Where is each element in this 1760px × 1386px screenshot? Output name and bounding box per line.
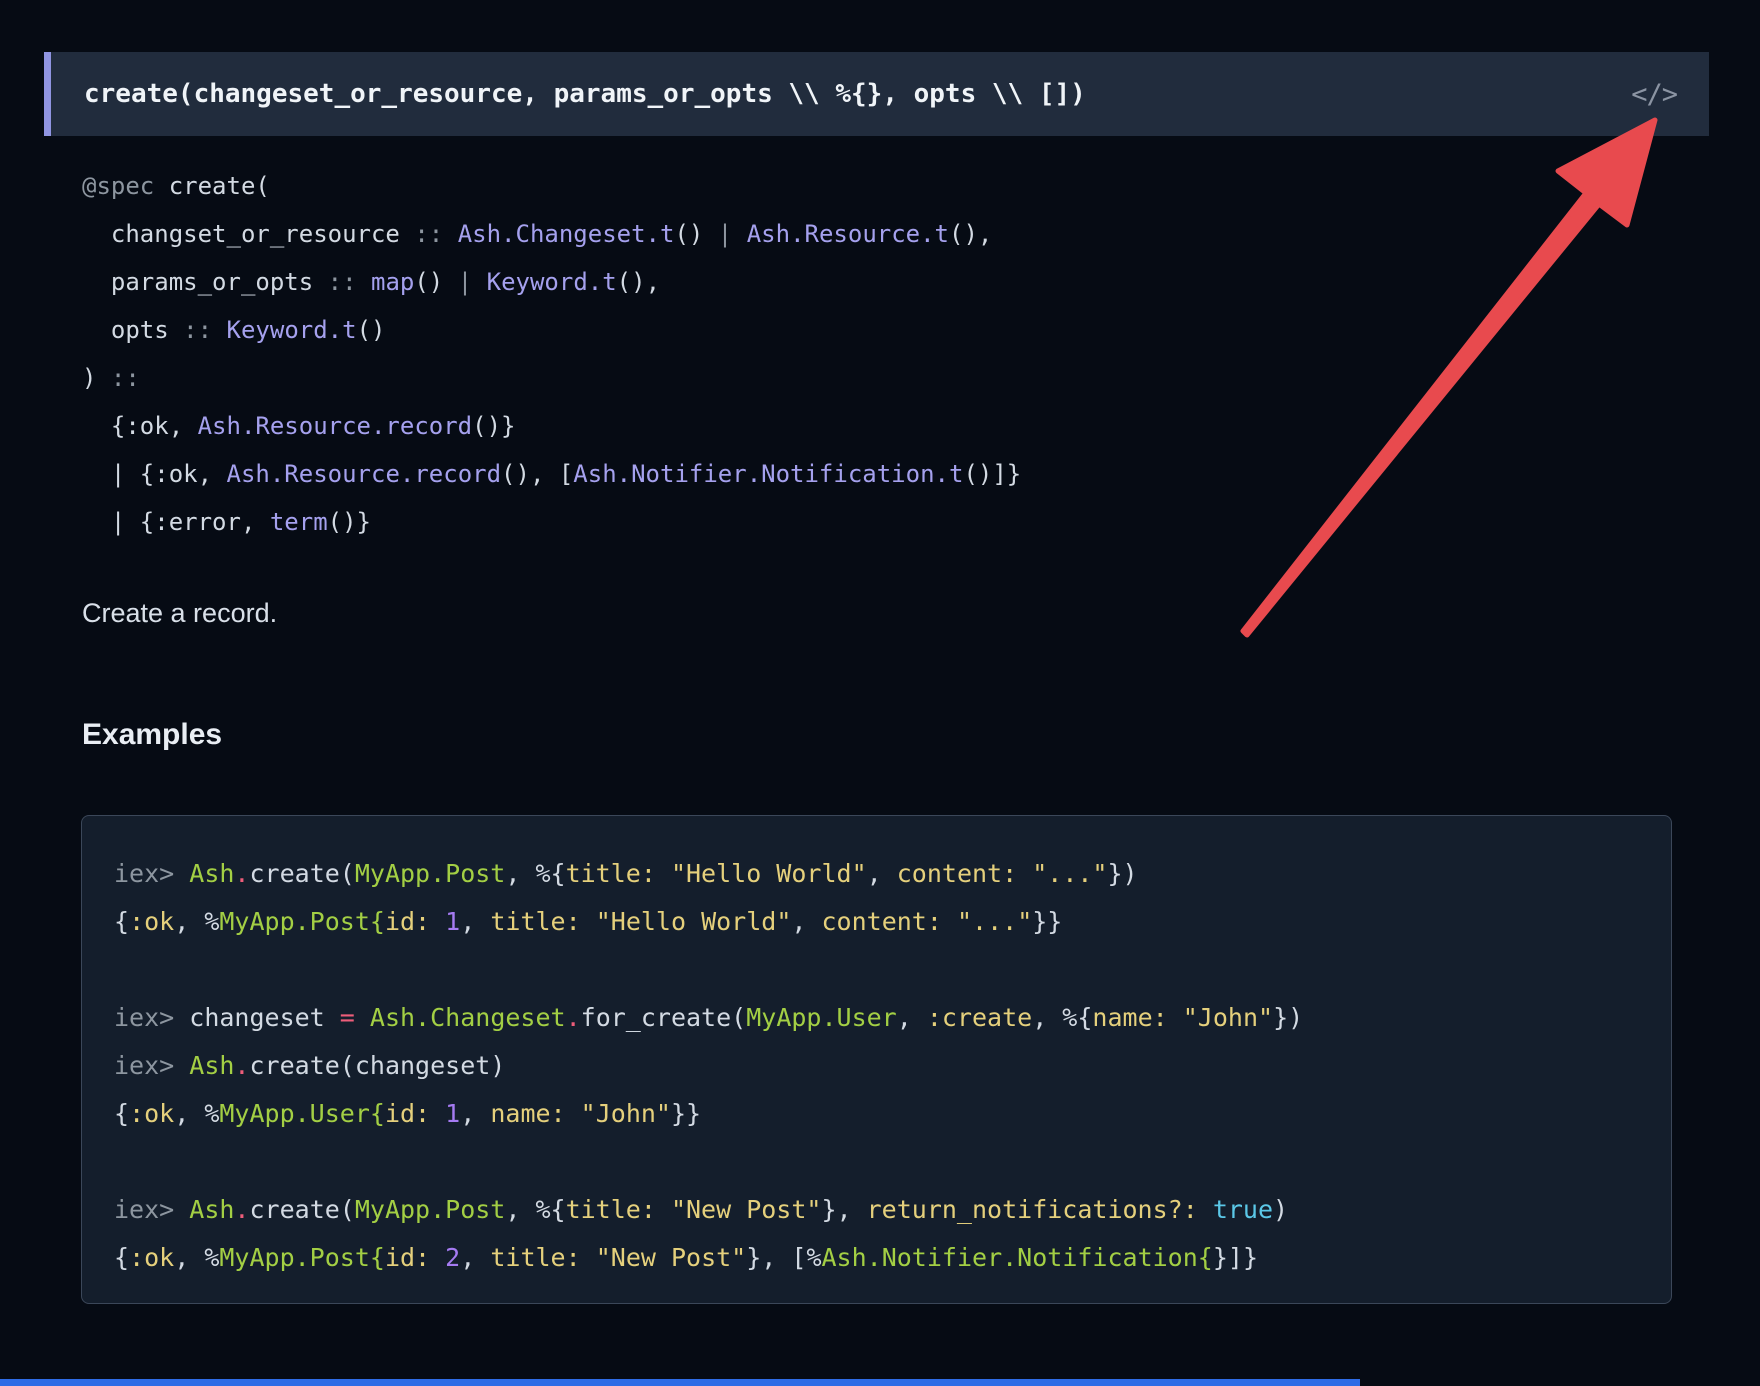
function-signature: create(changeset_or_resource, params_or_… bbox=[84, 79, 1086, 109]
page: { "signature": { "title": "create(change… bbox=[0, 0, 1760, 1386]
example-code: iex> Ash.create(MyApp.Post, %{title: "He… bbox=[114, 850, 1671, 1282]
function-signature-header: create(changeset_or_resource, params_or_… bbox=[44, 52, 1709, 136]
spec-block: @spec create( changset_or_resource :: As… bbox=[82, 162, 1021, 546]
examples-heading: Examples bbox=[82, 718, 222, 752]
example-code-block: iex> Ash.create(MyApp.Post, %{title: "He… bbox=[81, 815, 1672, 1304]
view-source-icon[interactable]: </> bbox=[1631, 79, 1677, 110]
horizontal-scrollbar-thumb[interactable] bbox=[0, 1379, 1360, 1386]
description: Create a record. bbox=[82, 598, 277, 629]
